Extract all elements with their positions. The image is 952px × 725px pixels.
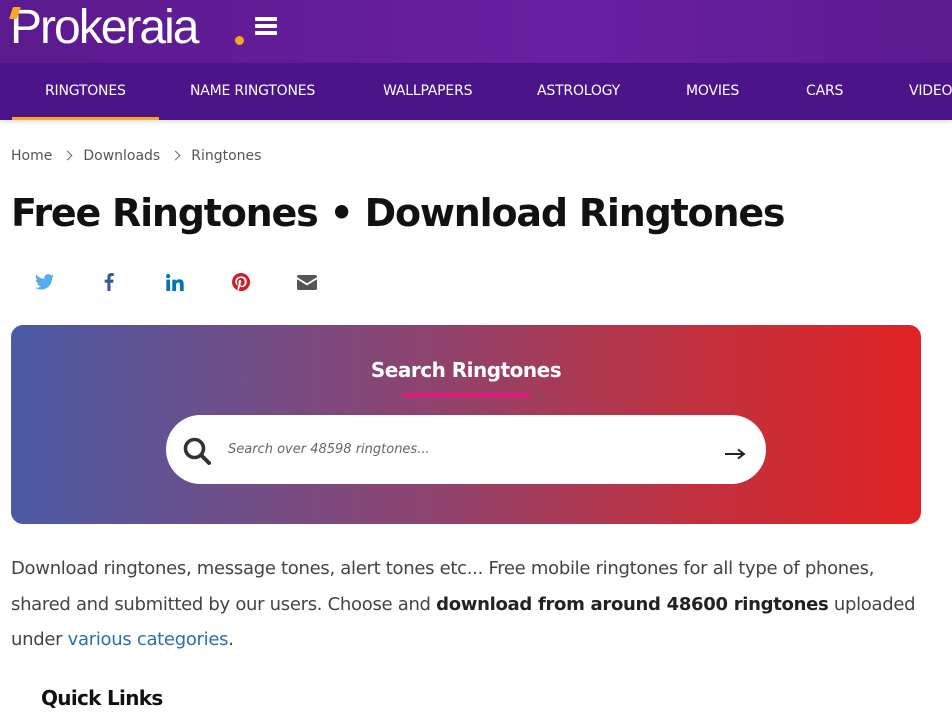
nav-item-astrology[interactable]: ASTROLOGY [537,63,620,120]
top-header: Prokeraia [0,0,952,63]
nav-item-cars[interactable]: CARS [806,63,843,120]
pinterest-icon[interactable] [229,270,253,294]
twitter-icon[interactable] [32,270,56,294]
breadcrumb: Home Downloads Ringtones [11,148,261,164]
main-nav: RINGTONES NAME RINGTONES WALLPAPERS ASTR… [0,63,952,120]
logo-accent-dot [235,36,244,45]
quick-links-heading: Quick Links [41,686,163,710]
chevron-right-icon [62,150,73,161]
chevron-right-icon [170,150,181,161]
breadcrumb-home[interactable]: Home [11,148,52,164]
facebook-icon[interactable] [97,270,121,294]
breadcrumb-downloads[interactable]: Downloads [83,148,160,164]
nav-item-ringtones[interactable]: RINGTONES [12,63,159,120]
arrow-right-icon[interactable] [724,445,746,460]
nav-item-wallpapers[interactable]: WALLPAPERS [383,63,472,120]
search-input[interactable] [228,432,698,466]
intro-bold: download from around 48600 ringtones [436,593,829,615]
linkedin-icon[interactable] [163,270,187,294]
logo-text: Prokeraia [10,1,199,54]
page-title: Free Ringtones • Download Ringtones [11,191,786,235]
nav-item-movies[interactable]: MOVIES [686,63,739,120]
email-icon[interactable] [295,270,319,294]
intro-text-3: . [228,629,234,650]
search-box [166,415,766,484]
intro-paragraph: Download ringtones, message tones, alert… [11,551,931,658]
search-icon [182,436,212,466]
various-categories-link[interactable]: various categories [68,629,229,650]
search-title: Search Ringtones [370,358,562,382]
nav-item-video[interactable]: VIDEO [909,63,952,120]
breadcrumb-ringtones[interactable]: Ringtones [191,148,261,164]
nav-item-name-ringtones[interactable]: NAME RINGTONES [190,63,315,120]
search-title-underline [402,393,530,397]
search-panel: Search Ringtones [11,325,921,524]
hamburger-menu-icon[interactable] [255,17,277,35]
